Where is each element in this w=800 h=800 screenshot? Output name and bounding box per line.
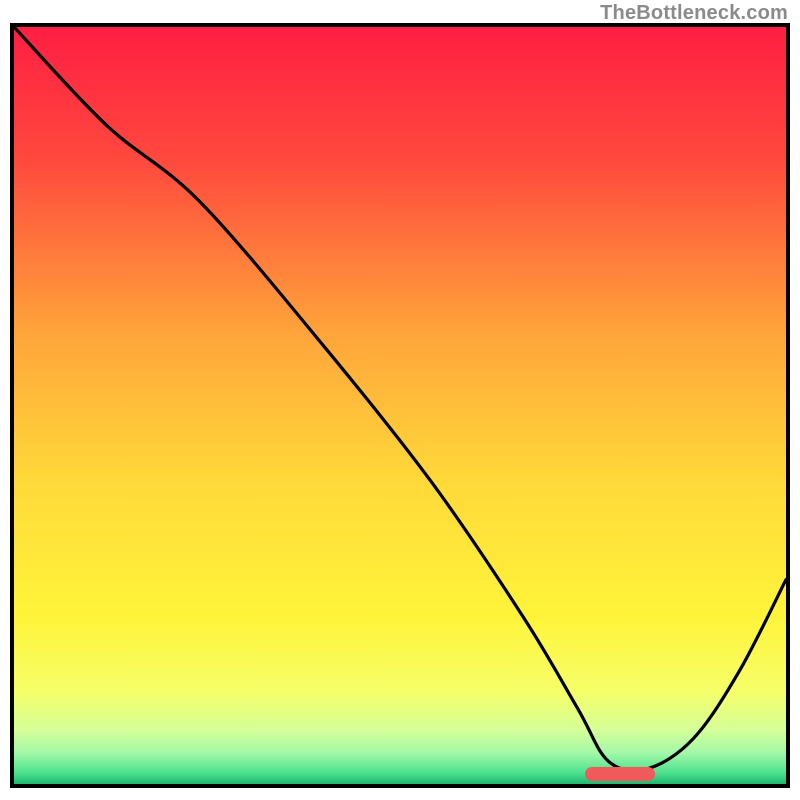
chart-background: [14, 27, 786, 784]
chart-plot: [14, 27, 786, 784]
watermark-text: TheBottleneck.com: [600, 2, 788, 25]
chart-frame: [10, 23, 790, 788]
chart-minimum-marker: [585, 767, 654, 781]
